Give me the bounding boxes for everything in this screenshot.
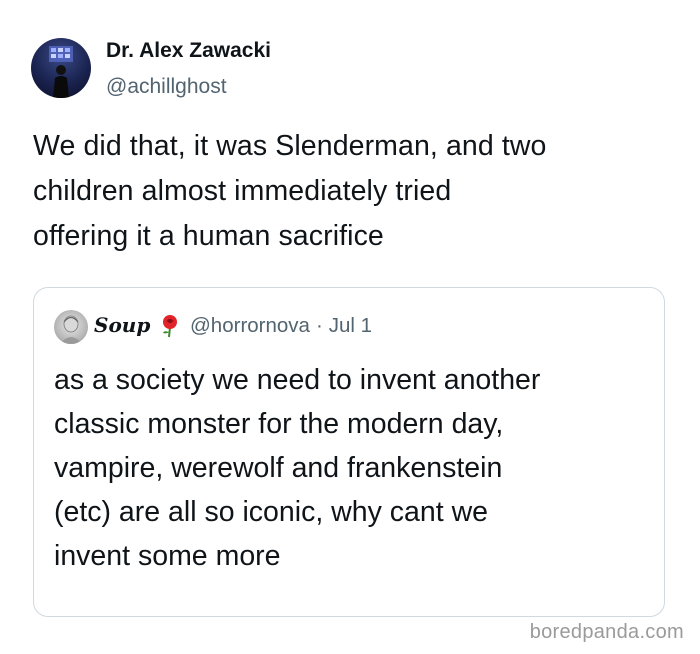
tweet-text-line: We did that, it was Slenderman, and two xyxy=(33,130,547,162)
quoted-text-line: vampire, werewolf and frankenstein xyxy=(54,452,503,484)
quoted-author-name[interactable]: Soup xyxy=(94,312,150,338)
author-avatar[interactable] xyxy=(31,38,91,98)
tweet-text-line: children almost immediately tried xyxy=(33,175,452,207)
author-name[interactable]: Dr. Alex Zawacki xyxy=(106,38,271,64)
quoted-text-line: invent some more xyxy=(54,540,281,572)
tweet-text-line: offering it a human sacrifice xyxy=(33,220,384,252)
avatar-photo-icon xyxy=(49,46,73,98)
tweet-text: We did that, it was Slenderman, and two … xyxy=(33,124,673,259)
quoted-tweet-card[interactable]: Soup @horrornova · Jul 1 as a society we n… xyxy=(33,287,665,617)
quoted-author-avatar[interactable] xyxy=(54,310,88,344)
quoted-text-line: (etc) are all so iconic, why cant we xyxy=(54,496,488,528)
watermark: boredpanda.com xyxy=(529,621,684,643)
meta-separator: · xyxy=(315,314,323,337)
quoted-tweet-text: as a society we need to invent another c… xyxy=(54,358,654,578)
quoted-text-line: classic monster for the modern day, xyxy=(54,408,504,440)
quoted-author-handle[interactable]: @horrornova xyxy=(190,314,310,337)
quoted-tweet-meta: @horrornova · Jul 1 xyxy=(190,313,372,339)
author-handle[interactable]: @achillghost xyxy=(106,74,227,100)
quoted-text-line: as a society we need to invent another xyxy=(54,364,541,396)
quoted-tweet-date[interactable]: Jul 1 xyxy=(329,314,372,337)
red-rose-icon xyxy=(158,314,182,338)
portrait-icon xyxy=(60,315,82,344)
